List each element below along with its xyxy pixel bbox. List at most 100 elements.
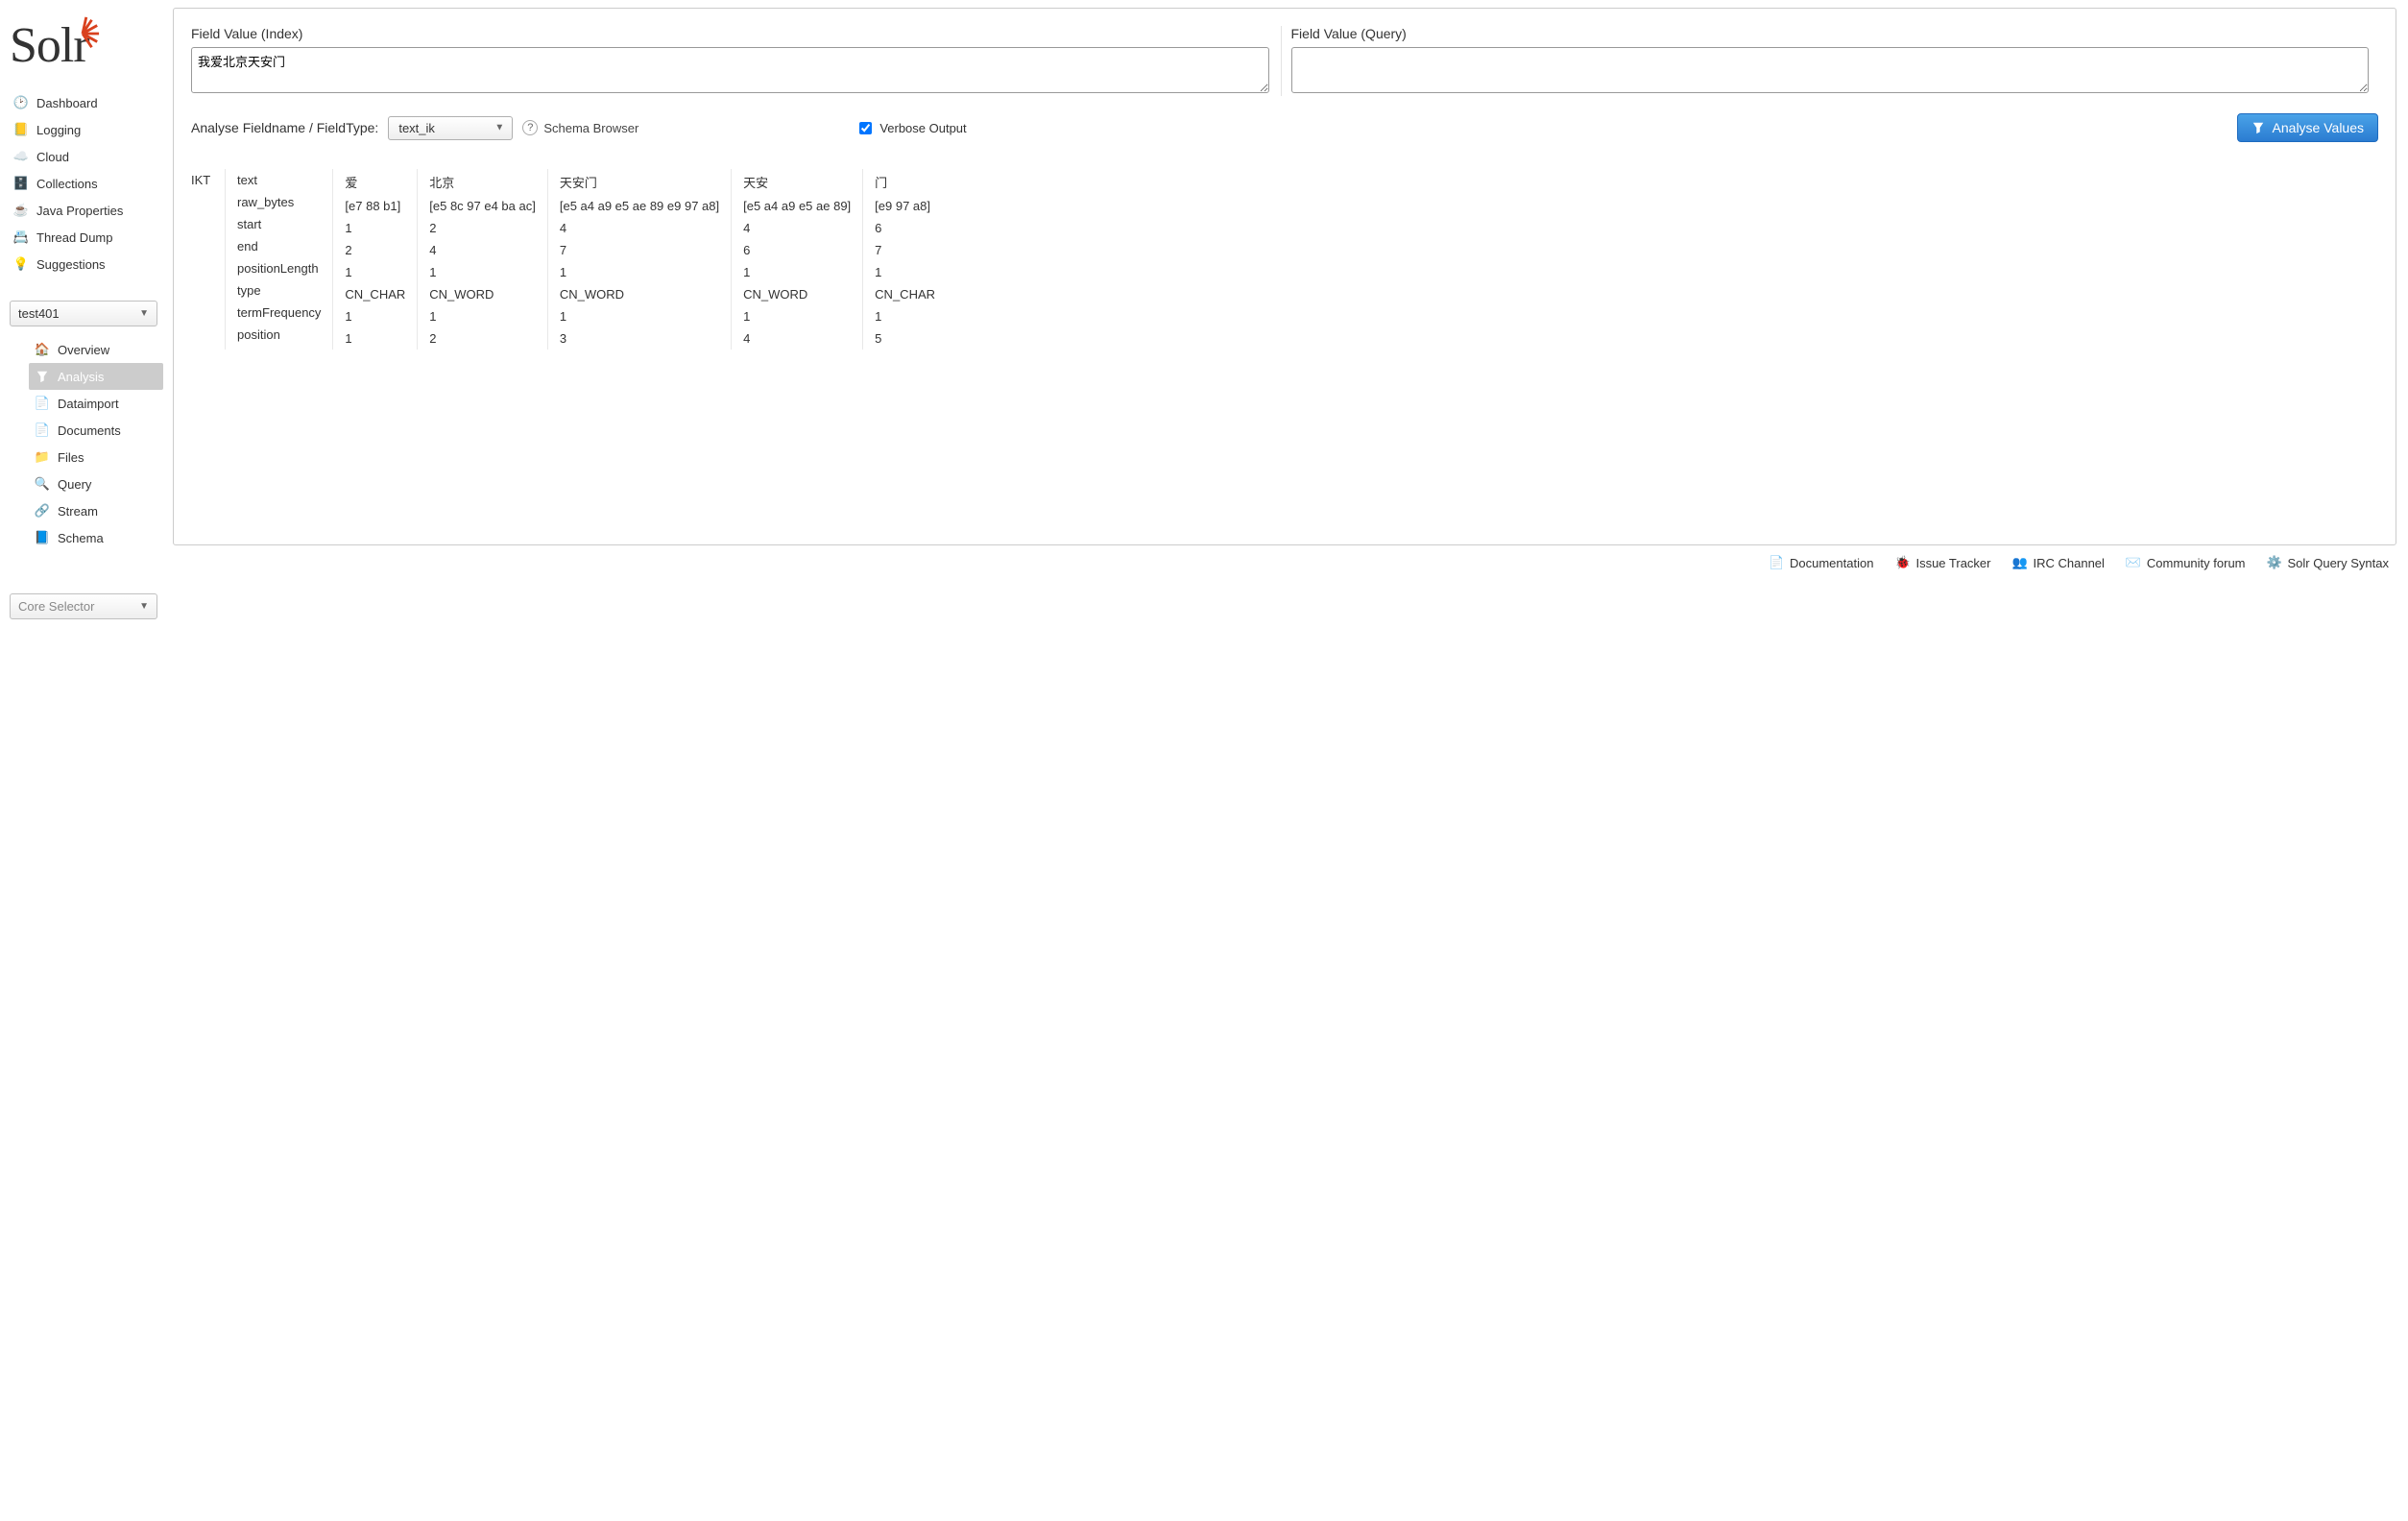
token-term-frequency: 1 [429, 305, 536, 327]
token-start: 1 [345, 217, 405, 239]
index-value-label: Field Value (Index) [191, 26, 1269, 41]
footer-links: 📄 Documentation 🐞 Issue Tracker 👥 IRC Ch… [173, 555, 2396, 570]
token-start: 4 [743, 217, 851, 239]
core-selector[interactable]: Core Selector ▼ [10, 593, 157, 619]
subnav-item-label: Query [58, 477, 91, 492]
sidebar-item-label: Dashboard [36, 96, 98, 110]
cloud-icon: ☁️ [13, 149, 29, 164]
question-icon: ? [522, 120, 538, 135]
query-value-input[interactable] [1291, 47, 2370, 93]
home-icon: 🏠 [35, 342, 50, 357]
import-icon: 📄 [35, 396, 50, 411]
threads-icon: 📇 [13, 229, 29, 245]
token-start: 4 [560, 217, 719, 239]
sidebar-item-label: Suggestions [36, 257, 106, 272]
token-end: 7 [875, 239, 935, 261]
schema-browser-link[interactable]: ? Schema Browser [522, 120, 638, 135]
chevron-down-icon: ▼ [494, 123, 504, 133]
people-icon: 👥 [2011, 555, 2027, 570]
footer-link-label: Solr Query Syntax [2288, 556, 2390, 570]
token-text: 天安 [743, 169, 851, 195]
subnav-item-label: Documents [58, 423, 121, 438]
funnel-icon [2251, 121, 2265, 134]
analyse-values-button[interactable]: Analyse Values [2237, 113, 2378, 142]
row-label: type [237, 279, 321, 302]
subnav-item-overview[interactable]: 🏠 Overview [29, 336, 163, 363]
row-label: position [237, 324, 321, 346]
subnav-item-dataimport[interactable]: 📄 Dataimport [29, 390, 163, 417]
subnav-item-files[interactable]: 📁 Files [29, 444, 163, 471]
footer-link-label: Issue Tracker [1915, 556, 1990, 570]
query-value-label: Field Value (Query) [1291, 26, 2370, 41]
token-position: 2 [429, 327, 536, 350]
subnav-item-schema[interactable]: 📘 Schema [29, 524, 163, 551]
row-label: termFrequency [237, 302, 321, 324]
token-column: 天安 [e5 a4 a9 e5 ae 89] 4 6 1 CN_WORD 1 4 [743, 169, 863, 350]
subnav-item-analysis[interactable]: Analysis [29, 363, 163, 390]
token-position: 1 [345, 327, 405, 350]
sidebar-item-java-properties[interactable]: ☕ Java Properties [10, 197, 163, 224]
token-text: 北京 [429, 169, 536, 195]
token-term-frequency: 1 [560, 305, 719, 327]
gear-icon: ⚙️ [2267, 555, 2282, 570]
token-type: CN_CHAR [345, 283, 405, 305]
sidebar-item-cloud[interactable]: ☁️ Cloud [10, 143, 163, 170]
main-nav: 🕑 Dashboard 📒 Logging ☁️ Cloud 🗄️ Collec… [10, 89, 163, 278]
token-end: 2 [345, 239, 405, 261]
token-position-length: 1 [560, 261, 719, 283]
token-type: CN_WORD [743, 283, 851, 305]
footer-link-irc[interactable]: 👥 IRC Channel [2011, 555, 2104, 570]
core-selector-value: Core Selector [18, 599, 94, 614]
book-icon: 📒 [13, 122, 29, 137]
subnav-item-stream[interactable]: 🔗 Stream [29, 497, 163, 524]
footer-link-documentation[interactable]: 📄 Documentation [1769, 555, 1873, 570]
token-start: 6 [875, 217, 935, 239]
coffee-icon: ☕ [13, 203, 29, 218]
collection-selector-value: test401 [18, 306, 60, 321]
sidebar-item-label: Cloud [36, 150, 69, 164]
subnav-item-label: Analysis [58, 370, 104, 384]
magnifier-icon: 🔍 [35, 476, 50, 492]
analysis-result-table: IKT text raw_bytes start end positionLen… [191, 169, 2378, 350]
sidebar-item-label: Collections [36, 177, 98, 191]
schema-icon: 📘 [35, 530, 50, 545]
sidebar-item-label: Java Properties [36, 204, 123, 218]
token-raw-bytes: [e5 8c 97 e4 ba ac] [429, 195, 536, 217]
subnav-item-label: Stream [58, 504, 98, 519]
index-value-input[interactable]: 我爱北京天安门 [191, 47, 1269, 93]
token-column: 天安门 [e5 a4 a9 e5 ae 89 e9 97 a8] 4 7 1 C… [560, 169, 732, 350]
subnav-item-label: Overview [58, 343, 109, 357]
subnav-item-query[interactable]: 🔍 Query [29, 471, 163, 497]
subnav-item-label: Schema [58, 531, 104, 545]
sidebar-item-collections[interactable]: 🗄️ Collections [10, 170, 163, 197]
token-position: 3 [560, 327, 719, 350]
token-position: 5 [875, 327, 935, 350]
sidebar-item-logging[interactable]: 📒 Logging [10, 116, 163, 143]
collection-selector[interactable]: test401 ▼ [10, 301, 157, 326]
token-column: 北京 [e5 8c 97 e4 ba ac] 2 4 1 CN_WORD 1 2 [429, 169, 548, 350]
token-type: CN_WORD [560, 283, 719, 305]
footer-link-issue-tracker[interactable]: 🐞 Issue Tracker [1894, 555, 1990, 570]
token-text: 爱 [345, 169, 405, 195]
token-start: 2 [429, 217, 536, 239]
footer-link-label: Documentation [1790, 556, 1873, 570]
database-icon: 🗄️ [13, 176, 29, 191]
logo: Solr [10, 17, 163, 74]
subnav-item-label: Files [58, 450, 84, 465]
footer-link-syntax[interactable]: ⚙️ Solr Query Syntax [2267, 555, 2390, 570]
footer-link-forum[interactable]: ✉️ Community forum [2126, 555, 2246, 570]
subnav-item-documents[interactable]: 📄 Documents [29, 417, 163, 444]
row-label: end [237, 235, 321, 257]
sidebar-item-dashboard[interactable]: 🕑 Dashboard [10, 89, 163, 116]
token-end: 7 [560, 239, 719, 261]
fieldtype-select[interactable]: text_ik ▼ [388, 116, 513, 140]
sidebar-item-suggestions[interactable]: 💡 Suggestions [10, 251, 163, 278]
token-position: 4 [743, 327, 851, 350]
verbose-checkbox[interactable] [859, 122, 872, 134]
chevron-down-icon: ▼ [139, 601, 149, 612]
sidebar-item-thread-dump[interactable]: 📇 Thread Dump [10, 224, 163, 251]
token-text: 天安门 [560, 169, 719, 195]
token-end: 6 [743, 239, 851, 261]
row-labels-column: text raw_bytes start end positionLength … [237, 169, 333, 350]
token-position-length: 1 [875, 261, 935, 283]
